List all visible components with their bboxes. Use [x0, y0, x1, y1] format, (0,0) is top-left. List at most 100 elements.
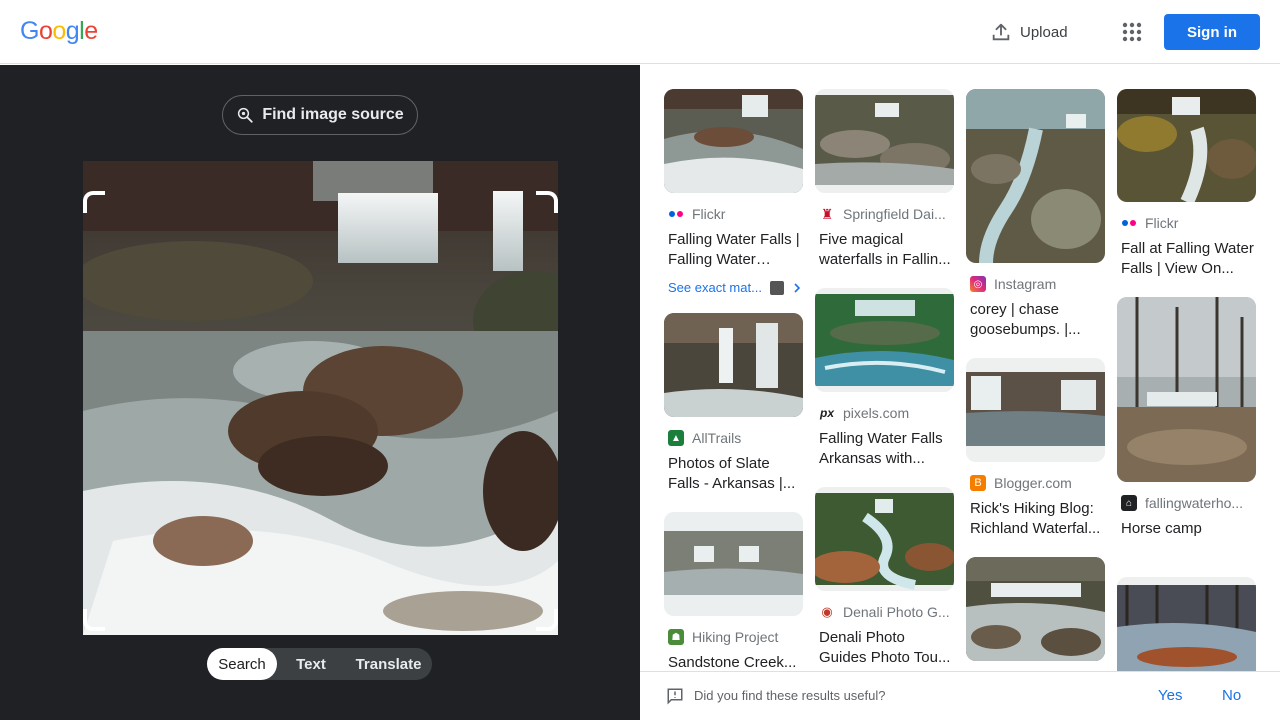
result-card[interactable]: ▲ AllTrails Photos of Slate Falls - Arka…: [664, 313, 803, 494]
result-thumbnail[interactable]: [664, 313, 803, 417]
result-card[interactable]: Flickr Falling Water Falls | Falling Wat…: [664, 89, 803, 295]
logo-letter: g: [65, 17, 80, 45]
result-source[interactable]: B Blogger.com: [966, 475, 1105, 491]
results-column: ◎ Instagram corey | chase goosebumps. |.…: [966, 89, 1105, 671]
flickr-icon: [1121, 215, 1137, 231]
results-column: Flickr Falling Water Falls | Falling Wat…: [664, 89, 803, 671]
lens-search-icon: [238, 107, 253, 123]
results-column: ♜ Springfield Dai... Five magical waterf…: [815, 89, 954, 671]
crop-handle-top-left[interactable]: [83, 191, 105, 213]
result-thumbnail[interactable]: [1117, 577, 1256, 671]
tab-search[interactable]: Search: [207, 648, 277, 680]
result-source-label: pixels.com: [843, 405, 910, 421]
result-card[interactable]: px pixels.com Falling Water Falls Arkans…: [815, 288, 954, 469]
result-source-label: Flickr: [692, 206, 726, 222]
result-card[interactable]: ♜ Springfield Dai... Five magical waterf…: [815, 89, 954, 270]
feedback-icon: [667, 688, 683, 705]
crop-handle-top-right[interactable]: [536, 191, 558, 213]
result-source-label: AllTrails: [692, 430, 742, 446]
result-thumbnail[interactable]: [966, 358, 1105, 462]
result-thumbnail[interactable]: [1117, 297, 1256, 482]
result-source[interactable]: ⌂ fallingwaterho...: [1117, 495, 1256, 511]
visual-matches-panel: Flickr Falling Water Falls | Falling Wat…: [640, 65, 1280, 671]
apps-button[interactable]: [1120, 20, 1144, 44]
result-source[interactable]: ◉ Denali Photo G...: [815, 604, 954, 620]
result-source[interactable]: ◎ Instagram: [966, 276, 1105, 292]
lens-panel: Find image source Search Text Translate: [0, 65, 640, 720]
result-card[interactable]: ◉ Denali Photo G... Denali Photo Guides …: [815, 487, 954, 668]
upload-icon: [992, 23, 1010, 41]
result-source[interactable]: ▲ AllTrails: [664, 430, 803, 446]
result-card[interactable]: [966, 557, 1105, 661]
crop-handle-bottom-right[interactable]: [536, 609, 558, 631]
result-thumbnail[interactable]: [966, 557, 1105, 661]
result-thumbnail[interactable]: [664, 512, 803, 616]
result-thumbnail[interactable]: [664, 89, 803, 193]
result-title[interactable]: Falling Water Falls Arkansas with...: [815, 429, 954, 469]
result-title[interactable]: Sandstone Creek...: [664, 653, 803, 671]
result-thumbnail[interactable]: [815, 89, 954, 193]
feedback-question: Did you find these results useful?: [694, 688, 886, 703]
blogger-icon: B: [970, 475, 986, 491]
result-source-label: Hiking Project: [692, 629, 779, 645]
feedback-bar: Did you find these results useful? Yes N…: [640, 671, 1280, 720]
flickr-icon: [668, 206, 684, 222]
result-card[interactable]: ⌂ fallingwaterho... Horse camp: [1117, 297, 1256, 559]
result-title[interactable]: Fall at Falling Water Falls | View On...: [1117, 239, 1256, 279]
result-source[interactable]: ♜ Springfield Dai...: [815, 206, 954, 222]
result-thumbnail[interactable]: [966, 89, 1105, 263]
see-exact-matches-link[interactable]: See exact mat...: [664, 280, 803, 295]
result-card[interactable]: ◎ Instagram corey | chase goosebumps. |.…: [966, 89, 1105, 340]
result-thumbnail[interactable]: [815, 487, 954, 591]
upload-label: Upload: [1020, 23, 1068, 41]
tab-translate[interactable]: Translate: [345, 648, 432, 680]
result-title[interactable]: Falling Water Falls | Falling Water Fall…: [664, 230, 803, 270]
logo-letter: G: [20, 17, 39, 45]
feedback-no-button[interactable]: No: [1222, 687, 1241, 704]
tab-text[interactable]: Text: [277, 648, 345, 680]
exact-match-thumbnail: [769, 280, 784, 295]
result-source-label: Flickr: [1145, 215, 1179, 231]
see-exact-matches-label: See exact mat...: [668, 280, 762, 295]
result-title[interactable]: Five magical waterfalls in Fallin...: [815, 230, 954, 270]
logo-letter: o: [52, 17, 66, 45]
instagram-icon: ◎: [970, 276, 986, 292]
mode-tabs: Search Text Translate: [207, 648, 432, 680]
google-logo[interactable]: Google: [20, 17, 98, 46]
alltrails-icon: ▲: [668, 430, 684, 446]
waterfall-photo: [83, 161, 558, 635]
result-thumbnail[interactable]: [815, 288, 954, 392]
logo-letter: o: [38, 17, 53, 45]
feedback-yes-button[interactable]: Yes: [1158, 687, 1182, 704]
result-card[interactable]: Flickr Fall at Falling Water Falls | Vie…: [1117, 89, 1256, 279]
result-source[interactable]: ☗ Hiking Project: [664, 629, 803, 645]
chevron-right-icon: [794, 282, 801, 293]
crop-handle-bottom-left[interactable]: [83, 609, 105, 631]
result-title[interactable]: corey | chase goosebumps. |...: [966, 300, 1105, 340]
result-source[interactable]: Flickr: [664, 206, 803, 222]
sign-in-button[interactable]: Sign in: [1164, 14, 1260, 50]
fallingwater-icon: ⌂: [1121, 495, 1137, 511]
result-source-label: Blogger.com: [994, 475, 1072, 491]
top-bar: Google Upload Sign in: [0, 0, 1280, 64]
result-title[interactable]: Photos of Slate Falls - Arkansas |...: [664, 454, 803, 494]
result-title[interactable]: Rick's Hiking Blog: Richland Waterfal...: [966, 499, 1105, 539]
find-image-source-button[interactable]: Find image source: [222, 95, 418, 135]
logo-letter: e: [84, 17, 98, 45]
result-source-label: Instagram: [994, 276, 1057, 292]
query-image[interactable]: [83, 161, 558, 635]
hiking-project-icon: ☗: [668, 629, 684, 645]
upload-button[interactable]: Upload: [990, 18, 1068, 46]
result-thumbnail[interactable]: [1117, 89, 1256, 202]
result-source-label: Springfield Dai...: [843, 206, 946, 222]
apps-grid-icon: [1122, 22, 1142, 42]
results-column: Flickr Fall at Falling Water Falls | Vie…: [1117, 89, 1256, 671]
result-source[interactable]: px pixels.com: [815, 405, 954, 421]
result-source[interactable]: Flickr: [1117, 215, 1256, 231]
result-title[interactable]: Horse camp: [1117, 519, 1256, 559]
result-card[interactable]: [1117, 577, 1256, 671]
denali-icon: ◉: [819, 604, 835, 620]
result-card[interactable]: ☗ Hiking Project Sandstone Creek...: [664, 512, 803, 671]
result-card[interactable]: B Blogger.com Rick's Hiking Blog: Richla…: [966, 358, 1105, 539]
result-title[interactable]: Denali Photo Guides Photo Tou...: [815, 628, 954, 668]
